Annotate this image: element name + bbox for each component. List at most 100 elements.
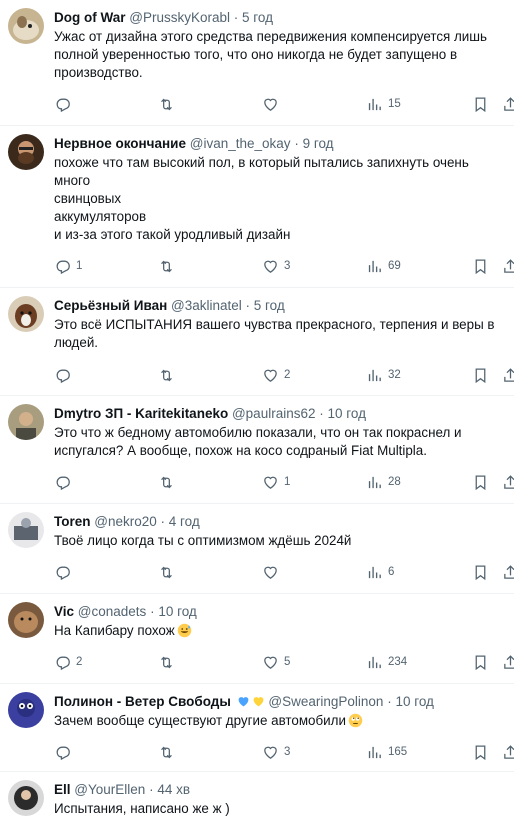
avatar[interactable] — [8, 780, 44, 816]
views-icon — [368, 369, 381, 381]
tweet-text-content: На Капибару похож — [54, 623, 175, 638]
yellow-heart-icon — [253, 697, 263, 707]
views-count: 15 — [388, 98, 401, 110]
share-button[interactable] — [502, 365, 514, 385]
views-button[interactable]: 165 — [366, 742, 407, 762]
like-button[interactable] — [262, 562, 284, 582]
reply-tweet[interactable]: Полинон - Ветер Свободы @SwearingPolinon… — [0, 684, 514, 772]
author-handle[interactable]: @ivan_the_okay — [190, 136, 291, 151]
retweet-button[interactable] — [158, 94, 180, 114]
reply-tweet[interactable]: Toren @nekro20 · 4 год Твоё лицо когда т… — [0, 504, 514, 594]
author-name[interactable]: Toren — [54, 514, 91, 529]
author-handle[interactable]: @nekro20 — [94, 514, 157, 529]
bookmark-button[interactable] — [472, 94, 489, 114]
author-handle[interactable]: @3aklinatel — [171, 298, 242, 313]
avatar[interactable] — [8, 8, 44, 44]
tweet-time[interactable]: 9 год — [303, 136, 334, 151]
reply-button[interactable]: 1 — [54, 256, 82, 276]
author-name[interactable]: Ell — [54, 782, 71, 797]
reply-button[interactable] — [54, 94, 76, 114]
share-button[interactable] — [502, 652, 514, 672]
tweet-time[interactable]: 10 год — [158, 604, 196, 619]
like-button[interactable] — [262, 94, 284, 114]
share-button[interactable] — [502, 256, 514, 276]
views-count: 69 — [388, 260, 401, 272]
retweet-icon — [161, 656, 172, 668]
bookmark-button[interactable] — [472, 742, 489, 762]
share-icon — [504, 564, 514, 579]
avatar[interactable] — [8, 296, 44, 332]
author-name[interactable]: Dog of War — [54, 10, 126, 25]
tweet-time[interactable]: 10 год — [395, 694, 433, 709]
share-button[interactable] — [502, 94, 514, 114]
views-button[interactable]: 69 — [366, 256, 401, 276]
author-name[interactable]: Vic — [54, 604, 74, 619]
retweet-button[interactable] — [158, 472, 180, 492]
like-count: 3 — [284, 746, 291, 758]
views-icon — [368, 260, 381, 272]
share-button[interactable] — [502, 562, 514, 582]
tweet-time[interactable]: 5 год — [254, 298, 285, 313]
author-handle[interactable]: @YourEllen — [74, 782, 145, 797]
author-handle[interactable]: @conadets — [78, 604, 147, 619]
tweet-time[interactable]: 4 год — [169, 514, 200, 529]
reply-button[interactable] — [54, 562, 76, 582]
author-name[interactable]: Полинон - Ветер Свободы — [54, 694, 231, 709]
share-icon — [504, 96, 514, 111]
views-button[interactable]: 6 — [366, 562, 394, 582]
reply-tweet[interactable]: Серьёзный Иван @3aklinatel · 5 год Это в… — [0, 288, 514, 396]
author-name[interactable]: Нервное окончание — [54, 136, 186, 151]
views-icon — [368, 566, 381, 578]
retweet-icon — [161, 476, 172, 488]
views-button[interactable]: 32 — [366, 365, 401, 385]
reply-tweet[interactable]: Нервное окончание @ivan_the_okay · 9 год… — [0, 126, 514, 288]
bookmark-button[interactable] — [472, 562, 489, 582]
like-button[interactable]: 1 — [262, 472, 290, 492]
bookmark-icon — [475, 367, 486, 383]
tweet-time[interactable]: 44 хв — [157, 782, 190, 797]
bookmark-button[interactable] — [472, 365, 489, 385]
tweet-time[interactable]: 10 год — [328, 406, 366, 421]
views-button[interactable]: 15 — [366, 94, 401, 114]
retweet-button[interactable] — [158, 652, 180, 672]
tweet-text: Твоё лицо когда ты с оптимизмом ждёшь 20… — [54, 533, 352, 548]
retweet-button[interactable] — [158, 365, 180, 385]
reply-button[interactable]: 2 — [54, 652, 82, 672]
avatar[interactable] — [8, 692, 44, 728]
author-handle[interactable]: @paulrains62 — [232, 406, 316, 421]
like-button[interactable]: 2 — [262, 365, 290, 385]
reply-button[interactable] — [54, 365, 76, 385]
reply-icon — [56, 369, 70, 383]
retweet-button[interactable] — [158, 742, 180, 762]
reply-tweet[interactable]: Dog of War @PrusskyKorabl · 5 год Ужас о… — [0, 0, 514, 126]
avatar[interactable] — [8, 404, 44, 440]
like-button[interactable]: 3 — [262, 256, 290, 276]
reply-tweet[interactable]: Dmytro ЗП - Karitekitaneko @paulrains62 … — [0, 396, 514, 504]
views-button[interactable]: 234 — [366, 652, 407, 672]
retweet-button[interactable] — [158, 256, 180, 276]
views-button[interactable]: 28 — [366, 472, 401, 492]
like-button[interactable]: 5 — [262, 652, 290, 672]
like-button[interactable]: 3 — [262, 742, 290, 762]
bookmark-button[interactable] — [472, 652, 489, 672]
avatar[interactable] — [8, 134, 44, 170]
retweet-icon — [161, 98, 172, 110]
action-bar: 6 — [54, 562, 514, 582]
avatar[interactable] — [8, 512, 44, 548]
tweet-time[interactable]: 5 год — [242, 10, 273, 25]
retweet-button[interactable] — [158, 562, 180, 582]
reply-button[interactable] — [54, 742, 76, 762]
share-icon — [504, 258, 514, 273]
avatar[interactable] — [8, 602, 44, 638]
author-name[interactable]: Dmytro ЗП - Karitekitaneko — [54, 406, 228, 421]
reply-tweet[interactable]: Vic @conadets · 10 год На Капибару похож… — [0, 594, 514, 684]
author-handle[interactable]: @PrusskyKorabl — [129, 10, 230, 25]
share-button[interactable] — [502, 472, 514, 492]
author-name[interactable]: Серьёзный Иван — [54, 298, 167, 313]
bookmark-button[interactable] — [472, 472, 489, 492]
author-handle[interactable]: @SwearingPolinon — [268, 694, 383, 709]
reply-button[interactable] — [54, 472, 76, 492]
bookmark-button[interactable] — [472, 256, 489, 276]
reply-tweet[interactable]: Ell @YourEllen · 44 хв Испытания, написа… — [0, 772, 514, 830]
share-button[interactable] — [502, 742, 514, 762]
